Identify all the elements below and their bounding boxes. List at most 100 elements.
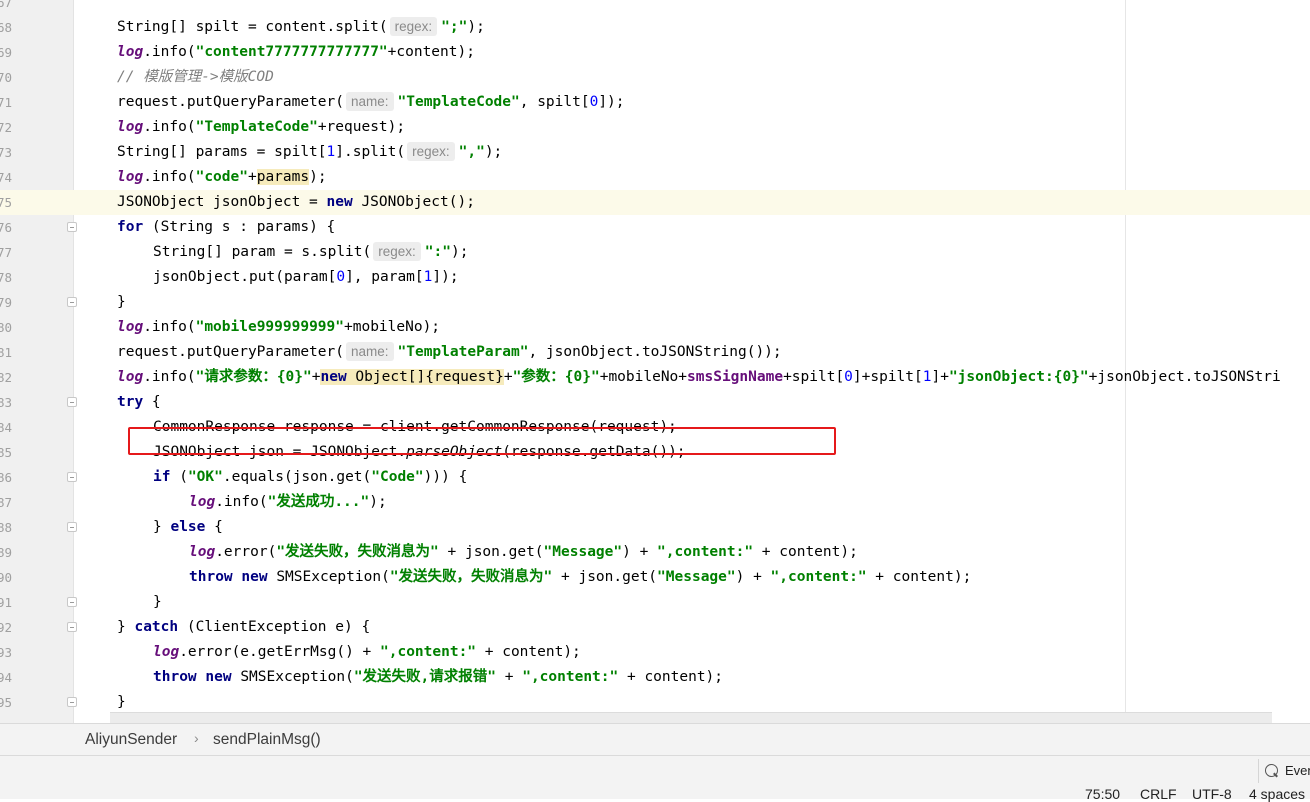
code-text: if ("OK".equals(json.get("Code"))) { xyxy=(153,465,467,490)
code-text: log.error(e.getErrMsg() + ",content:" + … xyxy=(153,640,581,665)
code-line[interactable]: 78 jsonObject.put(param[0], param[1]); xyxy=(0,265,1310,290)
fold-toggle-icon[interactable] xyxy=(67,522,77,532)
code-token: ) + xyxy=(735,569,771,585)
code-token: +spilt[ xyxy=(783,369,845,385)
code-line[interactable]: 74 log.info("code"+params); xyxy=(0,165,1310,190)
fold-toggle-icon[interactable] xyxy=(67,597,77,607)
code-line[interactable]: 87 log.info("发送成功..."); xyxy=(0,490,1310,515)
code-token: Object[]{request} xyxy=(346,369,504,385)
line-number: 89 xyxy=(0,545,12,560)
code-line[interactable]: 94 throw new SMSException("发送失败,请求报错" + "… xyxy=(0,665,1310,690)
code-token: } xyxy=(153,594,162,610)
code-token: + xyxy=(247,169,257,185)
code-text: String[] params = spilt[1].split(regex: "… xyxy=(117,140,502,165)
line-number: 81 xyxy=(0,345,12,360)
code-token: SMSException( xyxy=(267,569,390,585)
code-token: 0 xyxy=(336,269,346,285)
code-line[interactable]: 77 String[] param = s.split(regex: ":"); xyxy=(0,240,1310,265)
line-number: 69 xyxy=(0,45,12,60)
code-token: { xyxy=(143,394,161,410)
code-line[interactable]: 81 request.putQueryParameter(name: "Templa… xyxy=(0,340,1310,365)
fold-toggle-icon[interactable] xyxy=(67,222,77,232)
code-line[interactable]: 76 for (String s : params) { xyxy=(0,215,1310,240)
code-token: log xyxy=(153,644,180,660)
code-token: try xyxy=(117,394,144,410)
code-text: request.putQueryParameter(name: "Template… xyxy=(117,90,625,115)
code-token: ); xyxy=(369,494,387,510)
code-line[interactable]: 90 throw new SMSException("发送失败，失败消息为" + … xyxy=(0,565,1310,590)
fold-toggle-icon[interactable] xyxy=(67,397,77,407)
code-line[interactable]: 83 try { xyxy=(0,390,1310,415)
code-line[interactable]: 80 log.info("mobile999999999"+mobileNo); xyxy=(0,315,1310,340)
code-line[interactable]: 73 String[] params = spilt[1].split(regex… xyxy=(0,140,1310,165)
line-number: 94 xyxy=(0,670,12,685)
code-token: 1 xyxy=(326,144,336,160)
code-line[interactable]: 79} xyxy=(0,290,1310,315)
code-token: +mobileNo); xyxy=(344,319,441,335)
code-token: new xyxy=(205,669,232,685)
code-line[interactable]: 69 log.info("content7777777777777"+conten… xyxy=(0,40,1310,65)
code-token: throw xyxy=(189,569,233,585)
code-line[interactable]: 75 JSONObject jsonObject = new JSONObject… xyxy=(0,190,1310,215)
file-encoding[interactable]: UTF-8 xyxy=(1192,786,1232,802)
code-token: "参数：{0}" xyxy=(512,369,600,385)
code-token: "Code" xyxy=(371,469,424,485)
code-token: "发送失败，失败消息为" xyxy=(389,569,553,585)
code-line[interactable]: 88} else { xyxy=(0,515,1310,540)
code-line[interactable]: 93 log.error(e.getErrMsg() + ",content:" … xyxy=(0,640,1310,665)
code-token: } xyxy=(117,694,126,710)
code-editor[interactable]: 67 68 String[] spilt = content.split(regex… xyxy=(0,0,1310,723)
horizontal-scrollbar[interactable] xyxy=(110,712,1272,723)
code-text: log.info("mobile999999999"+mobileNo); xyxy=(117,315,440,340)
code-token: log xyxy=(189,544,216,560)
line-number: 71 xyxy=(0,95,12,110)
code-token: + json.get( xyxy=(438,544,544,560)
code-token: +content); xyxy=(387,44,475,60)
line-number: 82 xyxy=(0,370,12,385)
code-line[interactable]: 91} xyxy=(0,590,1310,615)
breadcrumb-class[interactable]: AliyunSender xyxy=(85,731,177,749)
parameter-hint: regex: xyxy=(407,142,455,161)
line-number: 84 xyxy=(0,420,12,435)
code-text: log.info("发送成功..."); xyxy=(189,490,387,515)
code-token: ",content:" xyxy=(770,569,867,585)
parameter-hint: name: xyxy=(345,342,394,361)
cursor-position[interactable]: 75:50 xyxy=(1085,786,1120,802)
code-text: throw new SMSException("发送失败，失败消息为" + js… xyxy=(189,565,971,590)
event-log-button[interactable]: Even xyxy=(1258,759,1310,783)
code-line[interactable]: 68 String[] spilt = content.split(regex: "… xyxy=(0,15,1310,40)
fold-toggle-icon[interactable] xyxy=(67,472,77,482)
code-token: "发送失败,请求报错" xyxy=(353,669,497,685)
code-token: for xyxy=(117,219,144,235)
code-token: ]+ xyxy=(931,369,949,385)
code-line[interactable]: 89 log.error("发送失败，失败消息为" + json.get("Mes… xyxy=(0,540,1310,565)
breadcrumb-method[interactable]: sendPlainMsg() xyxy=(213,731,321,749)
code-line[interactable]: 67 xyxy=(0,0,1310,15)
line-number: 68 xyxy=(0,20,12,35)
code-token: "OK" xyxy=(187,469,223,485)
code-token: SMSException( xyxy=(231,669,354,685)
code-line[interactable]: 86 if ("OK".equals(json.get("Code"))) { xyxy=(0,465,1310,490)
code-token: + xyxy=(496,669,523,685)
code-token: (String s : params) { xyxy=(143,219,336,235)
code-token: ].split( xyxy=(335,144,406,160)
code-line[interactable]: 72 log.info("TemplateCode"+request); xyxy=(0,115,1310,140)
code-token: // 模版管理->模版COD xyxy=(117,69,274,85)
parameter-hint: regex: xyxy=(373,242,421,261)
code-line[interactable]: 82 log.info("请求参数：{0}" + new Object[]{reque… xyxy=(0,365,1310,390)
code-line[interactable]: 92} catch (ClientException e) { xyxy=(0,615,1310,640)
fold-toggle-icon[interactable] xyxy=(67,297,77,307)
line-separator[interactable]: CRLF xyxy=(1140,786,1177,802)
code-line[interactable]: 71 request.putQueryParameter(name: "Templa… xyxy=(0,90,1310,115)
code-token: log xyxy=(117,319,144,335)
line-number: 86 xyxy=(0,470,12,485)
fold-toggle-icon[interactable] xyxy=(67,622,77,632)
code-token: "TemplateCode" xyxy=(195,119,318,135)
code-token: "," xyxy=(458,144,485,160)
code-token: "TemplateParam" xyxy=(397,344,529,360)
code-token: ); xyxy=(484,144,503,160)
code-token: catch xyxy=(134,619,179,635)
fold-toggle-icon[interactable] xyxy=(67,697,77,707)
indent-setting[interactable]: 4 spaces xyxy=(1249,786,1305,802)
code-line[interactable]: 70 // 模版管理->模版COD xyxy=(0,65,1310,90)
